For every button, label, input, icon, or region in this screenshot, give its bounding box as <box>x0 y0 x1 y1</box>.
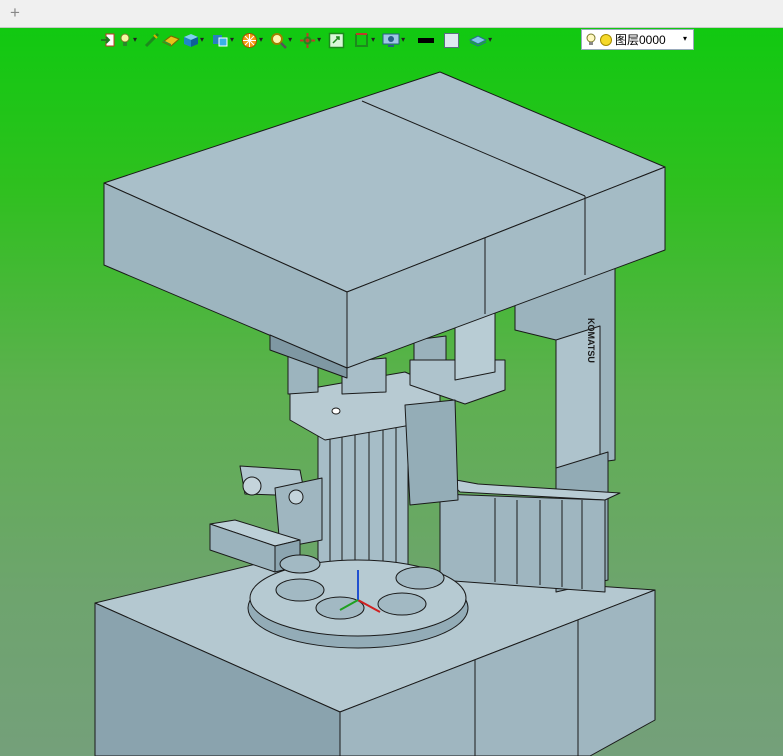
left-pivot-2 <box>288 489 304 505</box>
turret-hole <box>331 407 341 415</box>
new-tab-button[interactable]: + <box>6 4 24 22</box>
station-3 <box>377 592 427 616</box>
conveyor-front-face <box>439 493 606 593</box>
machine-3d-model[interactable]: KOMATSU <box>0 28 783 756</box>
station-4 <box>395 566 445 590</box>
station-5 <box>279 554 321 574</box>
column-nameplate: KOMATSU <box>586 318 596 363</box>
tab-strip: + <box>0 0 783 28</box>
station-1 <box>275 578 325 602</box>
left-pivot <box>242 476 262 496</box>
right-gripper <box>404 399 459 506</box>
